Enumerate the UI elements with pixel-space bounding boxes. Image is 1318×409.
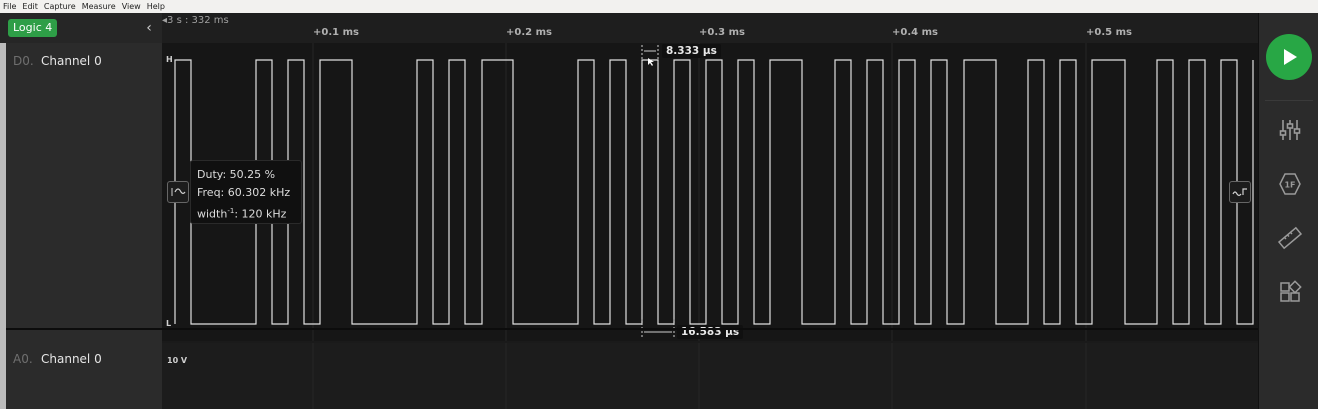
analog-grid (312, 343, 1087, 409)
time-origin: ◂3 s : 332 ms (162, 15, 229, 26)
right-toolbar: 1F (1258, 13, 1318, 409)
squares-icon[interactable] (1278, 280, 1302, 304)
channel-id: A0. (13, 352, 33, 366)
hex-1f-icon[interactable]: 1F (1278, 172, 1302, 196)
menu-bar: File Edit Capture Measure View Help (0, 0, 1318, 13)
sliders-icon[interactable] (1278, 118, 1302, 142)
tooltip-width: width-1: 120 kHz (197, 207, 287, 221)
chevron-left-icon[interactable]: ‹ (141, 19, 157, 37)
menu-capture[interactable]: Capture (44, 0, 76, 13)
tooltip-duty: Duty: 50.25 % (197, 168, 276, 181)
channel-divider (6, 328, 1258, 330)
rising-edge-icon[interactable] (1229, 181, 1251, 203)
analog-waveform-area[interactable]: 10 V (162, 343, 1258, 409)
menu-help[interactable]: Help (147, 0, 165, 13)
ruler-icon[interactable] (1278, 226, 1302, 250)
sidebar-header: Logic 4 ‹ (0, 13, 162, 43)
time-tick: +0.4 ms (892, 27, 938, 38)
measurement-tooltip: Duty: 50.25 % Freq: 60.302 kHz width-1: … (190, 160, 302, 224)
waveform-svg (174, 43, 1254, 341)
menu-edit[interactable]: Edit (22, 0, 38, 13)
toolbar-separator (1265, 100, 1313, 101)
channel-row-analog[interactable]: A0. Channel 0 (6, 348, 162, 370)
high-level-label: H (166, 55, 173, 64)
menu-file[interactable]: File (3, 0, 16, 13)
channel-row-digital[interactable]: D0. Channel 0 (6, 50, 162, 72)
tooltip-freq: Freq: 60.302 kHz (197, 186, 291, 199)
channel-id: D0. (13, 54, 34, 68)
play-icon (1284, 49, 1297, 65)
cursor-icon (648, 58, 654, 66)
channel-name[interactable]: Channel 0 (41, 352, 102, 366)
channel-sidebar: Logic 4 ‹ D0. Channel 0 A0. Channel 0 (0, 13, 162, 409)
measurement-top[interactable]: 8.333 µs (662, 44, 721, 58)
channel-name[interactable]: Channel 0 (41, 54, 102, 68)
analog-scale-label: 10 V (167, 356, 188, 365)
time-tick: +0.2 ms (506, 27, 552, 38)
play-button[interactable] (1266, 34, 1312, 80)
digital-waveform-area[interactable]: H L (162, 43, 1258, 341)
menu-measure[interactable]: Measure (82, 0, 116, 13)
low-level-label: L (166, 319, 172, 328)
time-tick: +0.5 ms (1086, 27, 1132, 38)
digital-waveform (174, 59, 1254, 325)
svg-text:1F: 1F (1284, 181, 1295, 190)
falling-edge-icon[interactable] (167, 181, 189, 203)
time-tick: +0.1 ms (313, 27, 359, 38)
time-ruler[interactable]: ◂3 s : 332 ms +0.1 ms +0.2 ms +0.3 ms +0… (162, 13, 1258, 43)
device-badge[interactable]: Logic 4 (8, 19, 58, 37)
time-tick: +0.3 ms (699, 27, 745, 38)
menu-view[interactable]: View (122, 0, 141, 13)
